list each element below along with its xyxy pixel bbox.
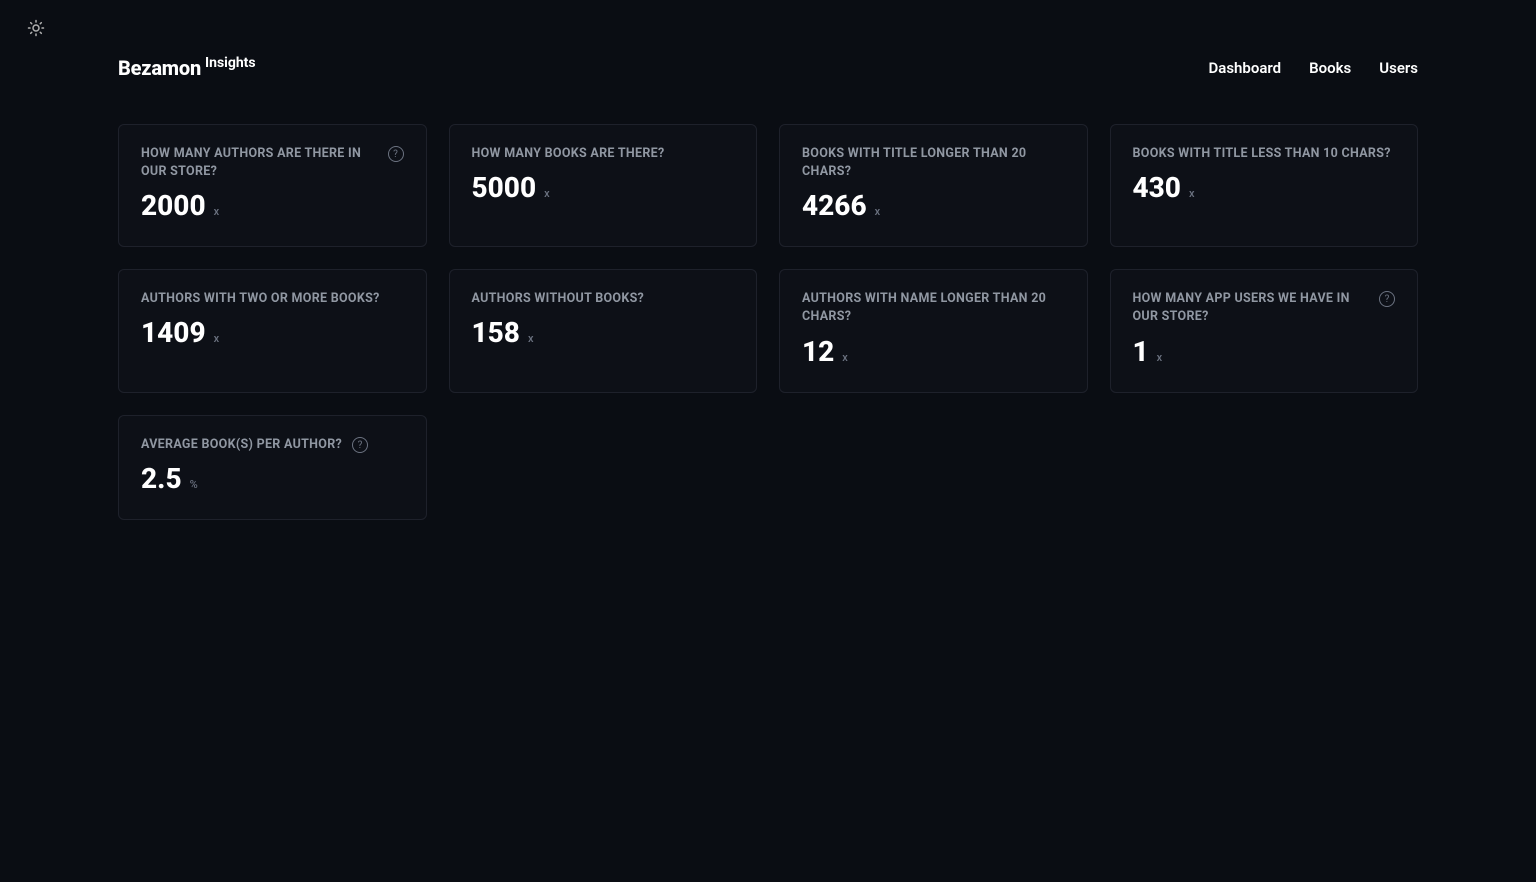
card-title: AUTHORS WITHOUT BOOKS? xyxy=(472,290,645,308)
theme-toggle[interactable] xyxy=(24,16,48,40)
card-unit: x xyxy=(528,332,534,345)
card-value: 1 xyxy=(1133,335,1149,368)
nav-users[interactable]: Users xyxy=(1379,59,1418,77)
card-unit: x xyxy=(1189,187,1195,200)
stat-card: HOW MANY BOOKS ARE THERE? 5000 x xyxy=(449,124,758,247)
sun-icon xyxy=(27,19,45,37)
card-title: AUTHORS WITH TWO OR MORE BOOKS? xyxy=(141,290,380,308)
nav: Dashboard Books Users xyxy=(1209,59,1419,77)
card-unit: x xyxy=(214,332,220,345)
stat-card: BOOKS WITH TITLE LESS THAN 10 CHARS? 430… xyxy=(1110,124,1419,247)
card-title: AVERAGE BOOK(S) PER AUTHOR? xyxy=(141,436,342,454)
card-value: 2.5 xyxy=(141,462,182,495)
card-value: 12 xyxy=(802,335,834,368)
stat-card: AVERAGE BOOK(S) PER AUTHOR? ? 2.5 % xyxy=(118,415,427,520)
card-title: HOW MANY BOOKS ARE THERE? xyxy=(472,145,665,163)
stat-card: HOW MANY APP USERS WE HAVE IN OUR STORE?… xyxy=(1110,269,1419,392)
help-icon[interactable]: ? xyxy=(388,146,404,162)
stat-card: HOW MANY AUTHORS ARE THERE IN OUR STORE?… xyxy=(118,124,427,247)
card-title: BOOKS WITH TITLE LONGER THAN 20 CHARS? xyxy=(802,145,1065,181)
card-value: 5000 xyxy=(472,171,537,204)
card-title: HOW MANY AUTHORS ARE THERE IN OUR STORE? xyxy=(141,145,378,181)
card-value: 1409 xyxy=(141,316,206,349)
card-unit: x xyxy=(842,351,848,364)
card-title: BOOKS WITH TITLE LESS THAN 10 CHARS? xyxy=(1133,145,1391,163)
card-title: HOW MANY APP USERS WE HAVE IN OUR STORE? xyxy=(1133,290,1370,326)
help-icon[interactable]: ? xyxy=(352,437,368,453)
card-title: AUTHORS WITH NAME LONGER THAN 20 CHARS? xyxy=(802,290,1065,326)
card-value: 2000 xyxy=(141,189,206,222)
stat-card: AUTHORS WITHOUT BOOKS? 158 x xyxy=(449,269,758,392)
stat-card: AUTHORS WITH TWO OR MORE BOOKS? 1409 x xyxy=(118,269,427,392)
card-value: 4266 xyxy=(802,189,867,222)
card-unit: x xyxy=(875,205,881,218)
nav-dashboard[interactable]: Dashboard xyxy=(1209,59,1282,77)
stat-card: BOOKS WITH TITLE LONGER THAN 20 CHARS? 4… xyxy=(779,124,1088,247)
card-unit: x xyxy=(214,205,220,218)
help-icon[interactable]: ? xyxy=(1379,291,1395,307)
header: Bezamon Insights Dashboard Books Users xyxy=(118,56,1418,80)
logo: Bezamon Insights xyxy=(118,56,256,80)
nav-books[interactable]: Books xyxy=(1309,59,1351,77)
card-unit: x xyxy=(1157,351,1163,364)
card-unit: % xyxy=(190,478,198,491)
cards-grid: HOW MANY AUTHORS ARE THERE IN OUR STORE?… xyxy=(118,124,1418,520)
stat-card: AUTHORS WITH NAME LONGER THAN 20 CHARS? … xyxy=(779,269,1088,392)
logo-main: Bezamon xyxy=(118,56,201,80)
card-value: 158 xyxy=(472,316,520,349)
logo-sub: Insights xyxy=(205,55,256,71)
card-unit: x xyxy=(544,187,550,200)
card-value: 430 xyxy=(1133,171,1181,204)
